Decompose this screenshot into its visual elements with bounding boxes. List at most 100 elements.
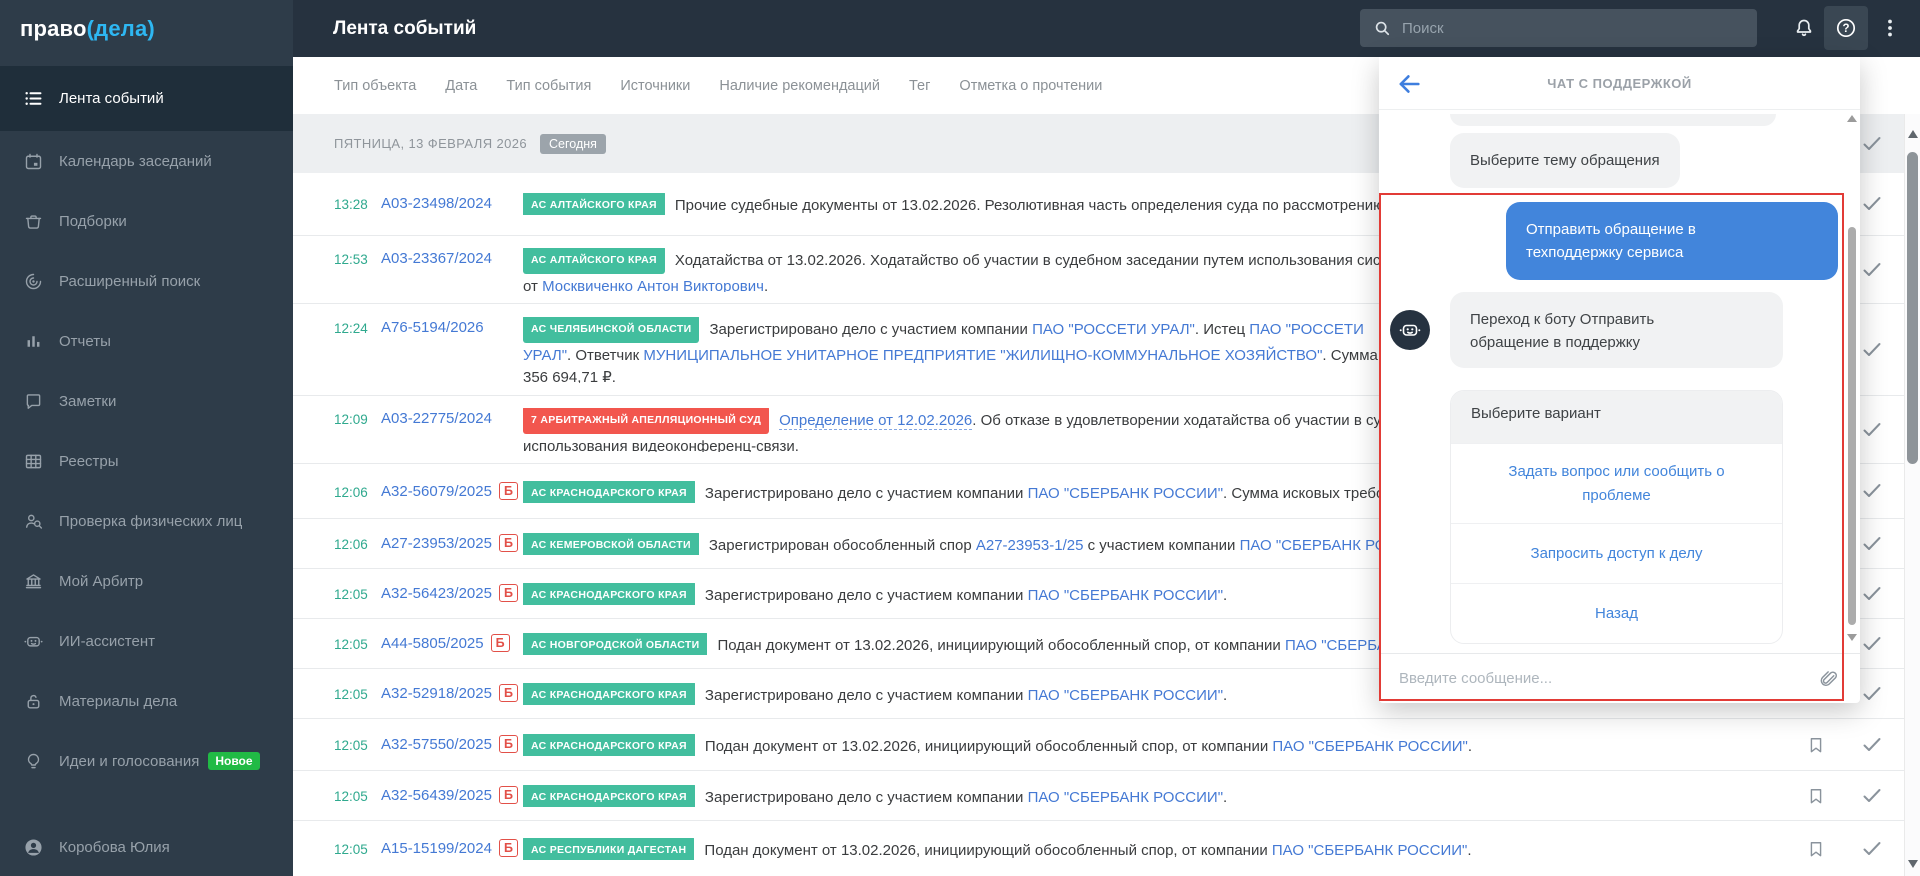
event-time: 12:06 (334, 537, 368, 552)
court-badge: АС КРАСНОДАРСКОГО КРАЯ (523, 785, 695, 807)
reports-icon (22, 330, 44, 352)
sidebar-item-registries[interactable]: Реестры (0, 431, 293, 491)
chat-scrollbar-thumb[interactable] (1848, 227, 1856, 625)
mark-read-icon[interactable] (1860, 784, 1884, 808)
mark-read-icon[interactable] (1860, 837, 1884, 861)
bankruptcy-badge: Б (498, 584, 518, 602)
mark-read-icon[interactable] (1860, 532, 1884, 556)
sidebar-item-ai-assistant[interactable]: ИИ-ассистент (0, 611, 293, 671)
filter-5[interactable]: Тег (909, 78, 930, 94)
filter-3[interactable]: Источники (620, 78, 690, 94)
description-link[interactable]: ПАО "СБЕРБАНК РОССИИ" (1028, 485, 1223, 502)
robot-icon (22, 630, 44, 652)
bookmark-icon[interactable] (1806, 735, 1826, 755)
description-link[interactable]: ПАО "СБЕРБАНК РОССИИ" (1272, 738, 1467, 755)
bankruptcy-badge: Б (498, 482, 518, 500)
chat-scroll-up-icon[interactable] (1847, 115, 1857, 122)
filter-6[interactable]: Отметка о прочтении (959, 78, 1102, 94)
help-button[interactable]: ? (1824, 6, 1868, 50)
chat-scroll-down-icon[interactable] (1847, 634, 1857, 641)
case-number-link[interactable]: А32-56079/2025 (381, 483, 492, 500)
registries-icon (22, 450, 44, 472)
mark-read-icon[interactable] (1860, 632, 1884, 656)
description-link[interactable]: ПАО "СБЕРБАНК РОССИИ" (1028, 587, 1223, 604)
chat-option-1[interactable]: Запросить доступ к делу (1451, 523, 1782, 583)
sidebar-item-feed[interactable]: Лента событий (0, 66, 293, 131)
page-scroll-down-icon[interactable] (1908, 860, 1918, 868)
mark-read-icon[interactable] (1860, 418, 1884, 442)
description-link[interactable]: ПАО "СБЕРБАНК РОССИИ" (1028, 687, 1223, 704)
mark-read-icon[interactable] (1860, 192, 1884, 216)
court-badge: АС КРАСНОДАРСКОГО КРАЯ (523, 481, 695, 503)
sidebar-user-profile[interactable]: Коробова Юлия (0, 822, 293, 872)
app-logo[interactable]: право (дела) (0, 0, 293, 57)
description-link[interactable]: ПАО "РОССЕТИ УРАЛ" (1032, 321, 1195, 338)
lock-open-icon (22, 690, 44, 712)
case-number-link[interactable]: А76-5194/2026 (381, 319, 484, 336)
description-link[interactable]: МУНИЦИПАЛЬНОЕ УНИТАРНОЕ ПРЕДПРИЯТИЕ "ЖИЛ… (643, 347, 1322, 364)
case-number-link[interactable]: А32-57550/2025 (381, 736, 492, 753)
more-menu-button[interactable] (1868, 6, 1912, 50)
description-link[interactable]: ПАО "СБЕРБАНК РОССИИ" (1272, 842, 1467, 859)
kebab-menu-icon (1888, 19, 1892, 37)
event-time: 12:05 (334, 738, 368, 753)
avatar-icon (22, 836, 44, 858)
paperclip-icon[interactable] (1818, 668, 1840, 690)
sidebar-item-collections[interactable]: Подборки (0, 191, 293, 251)
sidebar-item-case-files[interactable]: Материалы дела (0, 671, 293, 731)
sidebar-item-notes[interactable]: Заметки (0, 371, 293, 431)
notifications-button[interactable] (1782, 6, 1826, 50)
sidebar-item-advanced-search[interactable]: Расширенный поиск (0, 251, 293, 311)
search-box[interactable] (1360, 9, 1757, 47)
event-description: АС КРАСНОДАРСКОГО КРАЯ Зарегистрировано д… (523, 785, 1774, 807)
case-cell: А15-15199/2024 Б (381, 838, 523, 860)
description-link[interactable]: Москвиченко Антон Викторович (542, 278, 764, 292)
mark-read-icon[interactable] (1860, 338, 1884, 362)
description-link[interactable]: ПАО "СБЕРБАНК РОССИИ" (1028, 789, 1223, 806)
sidebar-item-person-check[interactable]: Проверка физических лиц (0, 491, 293, 551)
page-scrollbar[interactable] (1904, 114, 1920, 876)
sidebar-item-ideas[interactable]: Идеи и голосования Новое (0, 731, 293, 791)
page-scroll-up-icon[interactable] (1908, 130, 1918, 138)
case-number-link[interactable]: А03-23498/2024 (381, 195, 492, 212)
mark-read-icon[interactable] (1860, 682, 1884, 706)
bankruptcy-badge: Б (498, 839, 518, 857)
bot-avatar (1390, 310, 1430, 350)
court-badge: АС РЕСПУБЛИКИ ДАГЕСТАН (523, 838, 695, 860)
search-input[interactable] (1402, 19, 1745, 37)
page-scrollbar-thumb[interactable] (1907, 152, 1918, 464)
chat-option-0[interactable]: Задать вопрос или сообщить о проблеме (1451, 443, 1782, 523)
bankruptcy-badge: Б (490, 634, 510, 652)
case-number-link[interactable]: А44-5805/2025 (381, 635, 484, 652)
case-number-link[interactable]: А27-23953/2025 (381, 535, 492, 552)
mark-read-icon[interactable] (1860, 733, 1884, 757)
chat-message-input[interactable] (1399, 670, 1818, 687)
chat-option-2[interactable]: Назад (1451, 583, 1782, 643)
bankruptcy-badge: Б (498, 684, 518, 702)
case-number-link[interactable]: А15-15199/2024 (381, 840, 492, 857)
description-link[interactable]: Определение от 12.02.2026 (779, 412, 973, 430)
case-cell: А44-5805/2025 Б (381, 633, 523, 655)
chat-scrollbar[interactable] (1847, 115, 1857, 641)
case-number-link[interactable]: А32-56439/2025 (381, 787, 492, 804)
bookmark-icon[interactable] (1806, 839, 1826, 859)
case-number-link[interactable]: А03-22775/2024 (381, 410, 492, 427)
case-number-link[interactable]: А32-56423/2025 (381, 585, 492, 602)
case-number-link[interactable]: А32-52918/2025 (381, 685, 492, 702)
sidebar-item-my-arbitr[interactable]: Мой Арбитр (0, 551, 293, 611)
filter-1[interactable]: Дата (445, 78, 477, 94)
description-link[interactable]: А27-23953-1/25 (976, 537, 1084, 554)
filter-0[interactable]: Тип объекта (334, 78, 416, 94)
bell-icon (1796, 19, 1812, 37)
filter-4[interactable]: Наличие рекомендаций (719, 78, 880, 94)
event-description: АС КРАСНОДАРСКОГО КРАЯ Подан документ от … (523, 734, 1774, 756)
mark-read-icon[interactable] (1860, 582, 1884, 606)
case-number-link[interactable]: А03-23367/2024 (381, 250, 492, 267)
sidebar-item-reports[interactable]: Отчеты (0, 311, 293, 371)
mark-all-read-icon[interactable] (1860, 132, 1884, 156)
mark-read-icon[interactable] (1860, 479, 1884, 503)
filter-2[interactable]: Тип события (506, 78, 591, 94)
mark-read-icon[interactable] (1860, 258, 1884, 282)
sidebar-item-calendar[interactable]: Календарь заседаний (0, 131, 293, 191)
bookmark-icon[interactable] (1806, 786, 1826, 806)
